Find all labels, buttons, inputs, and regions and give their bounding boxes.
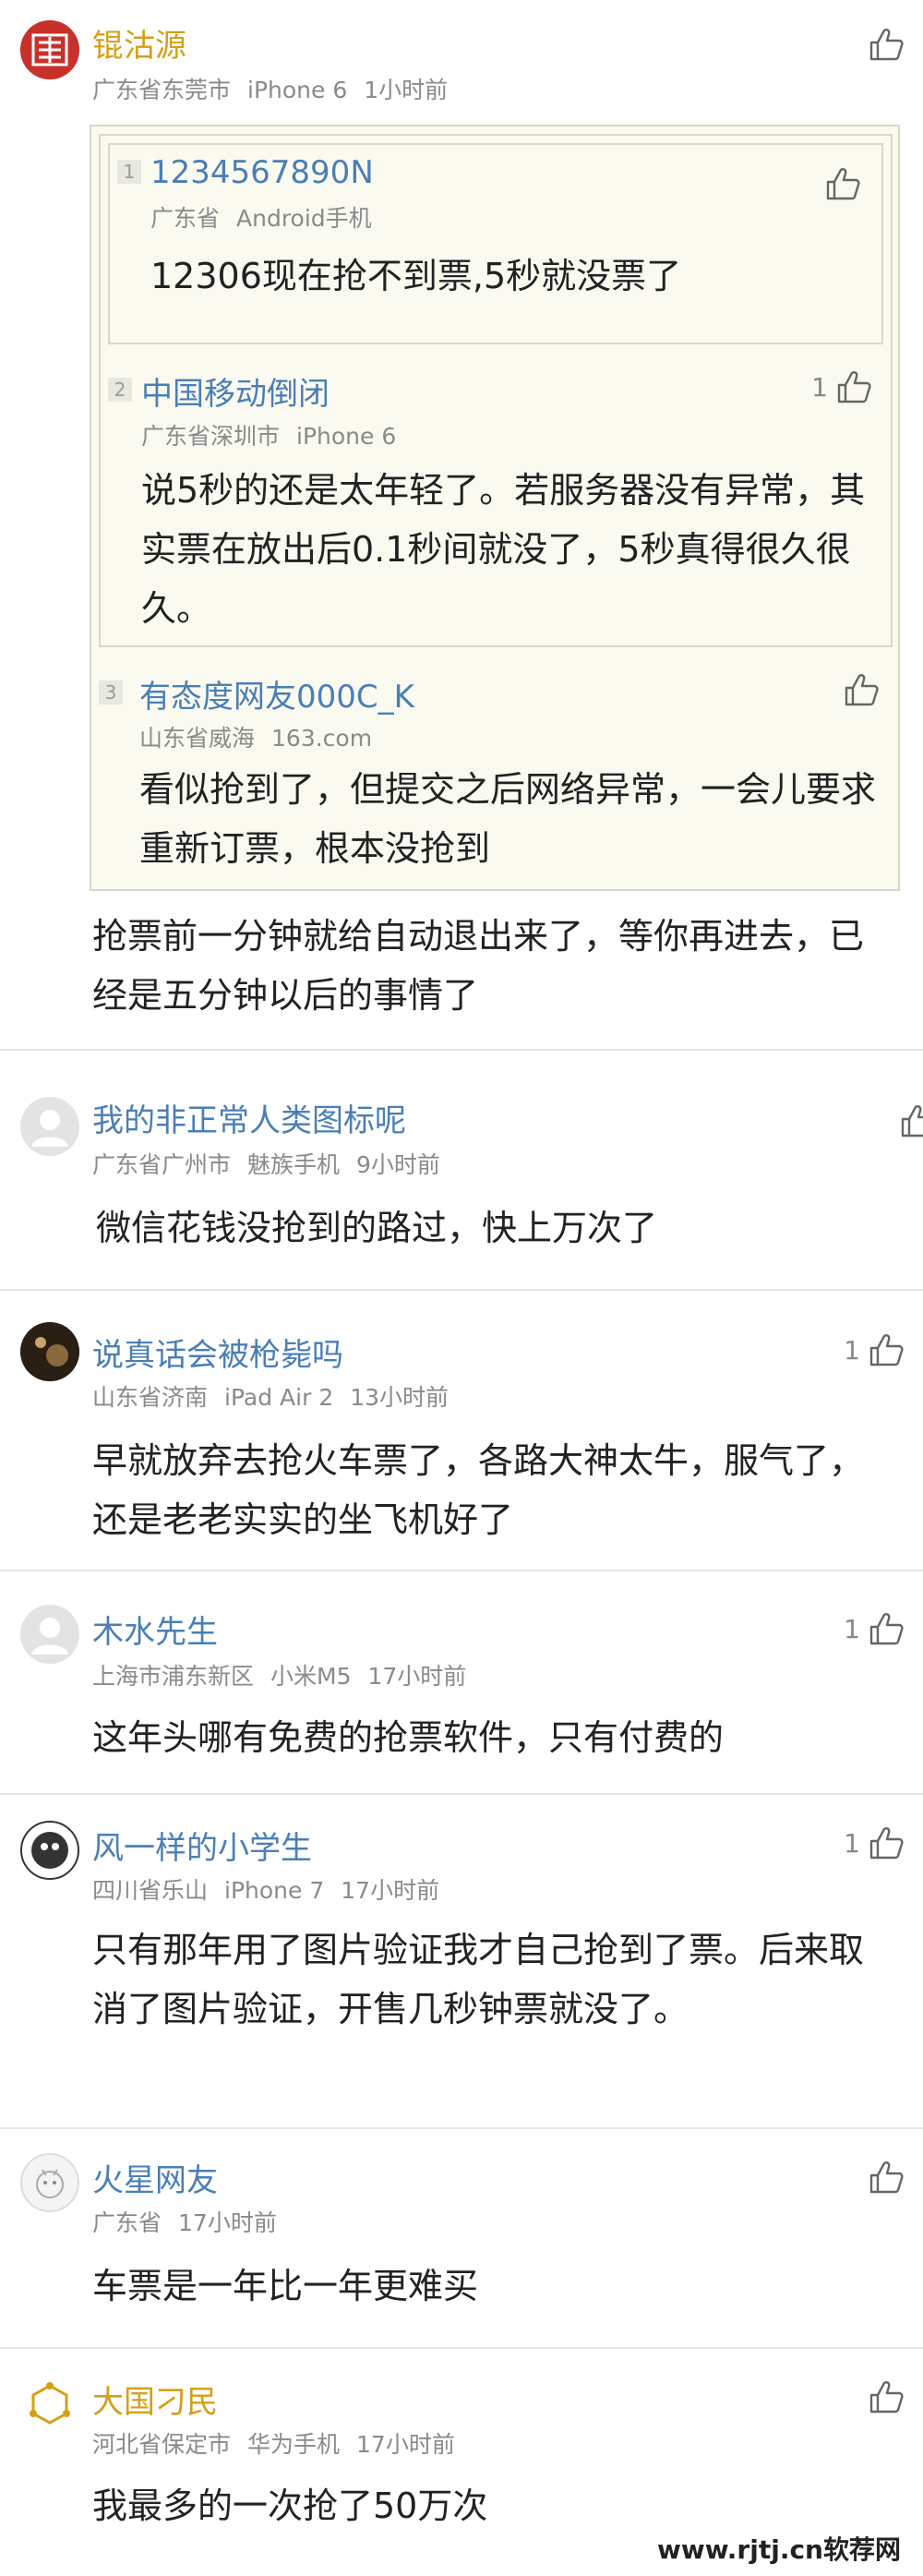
like-button[interactable]: 1 <box>844 1610 905 1647</box>
thumbs-up-icon <box>868 2378 905 2415</box>
comment-meta: 广东省 17小时前 <box>92 2209 277 2236</box>
thumbs-up-icon <box>868 1824 905 1861</box>
floor-meta: 广东省深圳市 iPhone 6 <box>141 423 397 450</box>
floor-meta: 山东省威海 163.com <box>139 725 373 752</box>
illustrated-avatar-icon <box>22 1823 78 1878</box>
comment-text: 这年头哪有免费的抢票软件，只有付费的 <box>92 1717 725 1758</box>
comment-text: 微信花钱没抢到的路过，快上万次了 <box>96 1208 658 1248</box>
like-button[interactable] <box>868 26 905 63</box>
molecule-avatar-icon <box>21 2376 78 2433</box>
comment-item: 我的非正常人类图标呢 广东省广州市 魅族手机 9小时前 微信花钱没抢到的路过，快上万… <box>0 1069 923 1291</box>
comment-item: 说真话会被枪毙吗 山东省济南 iPad Air 2 13小时前 1 早就放弃去抢火车… <box>0 1293 923 1571</box>
quoted-floor: 2 中国移动倒闭 广东省深圳市 iPhone 6 1 说5秒的还是太年轻了。若服务… <box>99 134 893 647</box>
site-watermark: www.rjtj.cn软荐网 <box>647 2526 910 2570</box>
location: 广东省东莞市 <box>92 77 232 103</box>
thumbs-up-icon <box>843 671 880 708</box>
comment-meta: 河北省保定市 华为手机 17小时前 <box>92 2431 455 2458</box>
floor-username[interactable]: 中国移动倒闭 <box>141 368 330 414</box>
avatar[interactable] <box>20 1605 79 1664</box>
like-count: 1 <box>844 1334 860 1366</box>
like-count: 1 <box>811 371 828 403</box>
username[interactable]: 锟沽源 <box>92 20 186 66</box>
floor-text: 说5秒的还是太年轻了。若服务器没有异常，其实票在放出后0.1秒间就没了，5秒真得… <box>141 470 866 629</box>
floor-like-button[interactable] <box>824 165 861 202</box>
floor-number: 1 <box>117 160 141 184</box>
like-count: 1 <box>844 1827 860 1859</box>
floor-text: 看似抢到了，但提交之后网络异常，一会儿要求重新订票，根本没抢到 <box>139 769 877 869</box>
comment-text: 抢票前一分钟就给自动退出来了，等你再进去，已经是五分钟以后的事情了 <box>92 916 865 1016</box>
comment-meta: 四川省乐山 iPhone 7 17小时前 <box>92 1877 440 1904</box>
comment-text: 只有那年用了图片验证我才自己抢到了票。后来取消了图片验证，开售几秒钟票就没了。 <box>92 1930 865 2029</box>
avatar[interactable] <box>20 1821 79 1880</box>
avatar[interactable] <box>20 1097 79 1156</box>
avatar[interactable] <box>20 20 79 79</box>
comment-meta: 广东省广州市 魅族手机 9小时前 <box>92 1151 440 1178</box>
thumbs-up-icon <box>824 165 861 202</box>
comment-meta: 山东省济南 iPad Air 2 13小时前 <box>92 1384 450 1411</box>
username[interactable]: 我的非正常人类图标呢 <box>92 1095 406 1140</box>
avatar[interactable] <box>20 2153 79 2212</box>
like-button[interactable] <box>868 2378 905 2415</box>
username[interactable]: 木水先生 <box>92 1607 218 1652</box>
comment-text: 早就放弃去抢火车票了，各路大神太牛，服气了，还是老老实实的坐飞机好了 <box>92 1440 865 1540</box>
thumbs-up-icon <box>835 368 872 405</box>
thumbs-up-icon <box>899 1102 923 1139</box>
comment-text: 车票是一年比一年更难买 <box>92 2266 479 2306</box>
username[interactable]: 说真话会被枪毙吗 <box>92 1330 343 1375</box>
like-button[interactable]: 1 <box>844 1331 905 1368</box>
thumbs-up-icon <box>868 2159 905 2196</box>
floor-text: 12306现在抢不到票,5秒就没票了 <box>150 256 682 296</box>
comment-item: 木水先生 上海市浦东新区 小米M5 17小时前 1 这年头哪有免费的抢票软件，只有付… <box>0 1573 923 1795</box>
quoted-floor: 1 1234567890N 广东省 Android手机 12306现在抢不到票,5… <box>108 143 883 344</box>
thumbs-up-icon <box>868 1610 905 1647</box>
dark-photo-avatar-icon <box>20 1322 79 1381</box>
comment-meta: 上海市浦东新区 小米M5 17小时前 <box>92 1663 467 1690</box>
floor-like-button[interactable] <box>843 671 880 708</box>
timestamp: 1小时前 <box>364 77 449 103</box>
like-button[interactable] <box>899 1102 923 1139</box>
red-seal-avatar-icon <box>20 20 79 79</box>
comment-item: 风一样的小学生 四川省乐山 iPhone 7 17小时前 1 只有那年用了图片验证我… <box>0 1797 923 2129</box>
floor-number: 3 <box>99 680 123 704</box>
avatar[interactable] <box>20 2375 79 2434</box>
default-user-avatar-icon <box>20 1097 79 1156</box>
comment-meta: 广东省东莞市 iPhone 6 1小时前 <box>92 72 464 105</box>
comment-item: 锟沽源 广东省东莞市 iPhone 6 1小时前 3 有态度网友000C_K 山东省… <box>0 0 923 1051</box>
floor-username[interactable]: 有态度网友000C_K <box>139 671 414 716</box>
floor-number: 2 <box>108 378 132 402</box>
comment-text: 我最多的一次抢了50万次 <box>92 2486 488 2526</box>
device: iPhone 6 <box>247 77 348 103</box>
quoted-floor: 3 有态度网友000C_K 山东省威海 163.com 看似抢到了，但提交之后网络… <box>90 125 900 891</box>
username[interactable]: 风一样的小学生 <box>92 1823 312 1868</box>
like-count: 1 <box>844 1613 860 1644</box>
floor-username[interactable]: 1234567890N <box>150 154 374 191</box>
username[interactable]: 火星网友 <box>92 2155 218 2200</box>
like-button[interactable] <box>868 2159 905 2196</box>
thumbs-up-icon <box>868 1331 905 1368</box>
default-user-avatar-icon <box>20 1605 79 1664</box>
username[interactable]: 大国刁民 <box>92 2377 218 2422</box>
avatar[interactable] <box>20 1322 79 1381</box>
like-button[interactable]: 1 <box>844 1824 905 1861</box>
thumbs-up-icon <box>868 26 905 63</box>
floor-like-button[interactable]: 1 <box>811 368 872 405</box>
comment-item: 火星网友 广东省 17小时前 车票是一年比一年更难买 <box>0 2131 923 2349</box>
floor-meta: 广东省 Android手机 <box>150 205 372 232</box>
martian-avatar-icon <box>22 2155 78 2210</box>
